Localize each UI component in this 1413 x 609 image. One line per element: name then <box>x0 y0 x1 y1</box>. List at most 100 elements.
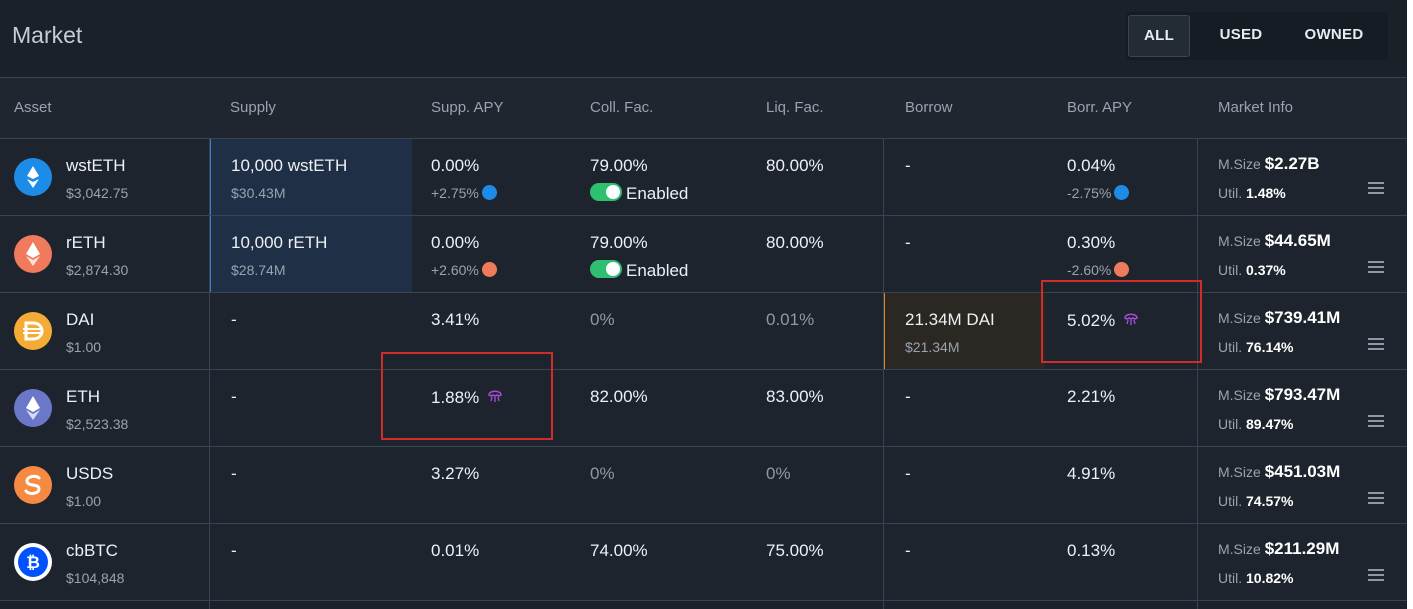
utilization-label: Util. <box>1218 185 1243 201</box>
column-borrow[interactable]: Borrow <box>905 99 953 116</box>
market-header: Market ALL USED OWNED <box>0 0 1407 78</box>
column-asset[interactable]: Asset <box>14 99 52 116</box>
wsteth-mini-icon <box>1114 185 1130 200</box>
utilization-label: Util. <box>1218 262 1243 278</box>
borr-apy-extra-text: -2.60% <box>1067 262 1112 278</box>
asset-price: $1.00 <box>66 493 102 509</box>
collateral-toggle[interactable] <box>590 260 622 278</box>
asset-price: $2,523.38 <box>66 416 129 432</box>
asset-name: wstETH <box>66 156 126 175</box>
wsteth-icon <box>14 158 52 196</box>
supp-apy-extra: +2.60% <box>431 262 497 278</box>
coll-fac-value: 0% <box>590 310 615 329</box>
annotation-box-borr-apy <box>1041 280 1202 363</box>
coll-fac-value: 79.00% <box>590 233 648 252</box>
utilization: Util. 89.47% <box>1218 416 1294 432</box>
market-size: M.Size $44.65M <box>1218 231 1331 251</box>
column-divider <box>209 138 210 609</box>
borr-apy-extra: -2.75% <box>1067 185 1130 201</box>
market-size-value: $44.65M <box>1264 231 1331 250</box>
reth-mini-icon <box>481 262 497 277</box>
borr-apy-text: 0.30% <box>1067 233 1116 252</box>
supp-apy-value: 3.27% <box>431 464 479 484</box>
asset-name: cbBTC <box>66 541 118 560</box>
market-size-label: M.Size <box>1218 233 1261 249</box>
borr-apy-text: 2.21% <box>1067 387 1116 406</box>
dai-icon <box>14 312 52 350</box>
market-size-label: M.Size <box>1218 464 1261 480</box>
supply-amount: - <box>231 310 237 329</box>
supp-apy-value: 0.00% <box>431 233 479 253</box>
collateral-enabled-label: Enabled <box>626 261 689 280</box>
supp-apy-extra-text: +2.75% <box>431 185 479 201</box>
list-menu-icon[interactable] <box>1368 569 1384 583</box>
liq-fac-value: 83.00% <box>766 387 824 406</box>
list-menu-icon[interactable] <box>1368 182 1384 196</box>
borrow-amount: 21.34M DAI <box>905 310 995 329</box>
asset-name: USDS <box>66 464 114 483</box>
borr-apy-text: 0.13% <box>1067 541 1116 560</box>
column-coll-fac[interactable]: Coll. Fac. <box>590 99 653 116</box>
liq-fac-value: 0.01% <box>766 310 815 329</box>
column-supply[interactable]: Supply <box>230 99 276 116</box>
eth-icon <box>14 389 52 427</box>
supp-apy-text: 0.00% <box>431 156 480 175</box>
filter-used-button[interactable]: USED <box>1206 15 1276 55</box>
list-menu-icon[interactable] <box>1368 338 1384 352</box>
market-size-value: $451.03M <box>1264 462 1341 481</box>
supp-apy-value: 3.41% <box>431 310 479 330</box>
supp-apy-extra-text: +2.60% <box>431 262 479 278</box>
liq-fac-value: 75.00% <box>766 541 824 560</box>
list-menu-icon[interactable] <box>1368 415 1384 429</box>
asset-price: $3,042.75 <box>66 185 129 201</box>
filter-owned-button[interactable]: OWNED <box>1292 15 1376 55</box>
borr-apy-value: 0.30% <box>1067 233 1115 253</box>
supply-amount: - <box>231 541 237 560</box>
utilization-value: 10.82% <box>1246 570 1294 586</box>
column-divider <box>1197 138 1198 609</box>
column-supp-apy[interactable]: Supp. APY <box>431 99 504 116</box>
borr-apy-value: 0.04% <box>1067 156 1115 176</box>
utilization: Util. 10.82% <box>1218 570 1294 586</box>
table-row[interactable]: wstETH $3,042.75 10,000 wstETH $30.43M 0.00%… <box>0 139 1407 216</box>
collateral-toggle[interactable] <box>590 183 622 201</box>
table-row[interactable]: USDS $1.00 - 3.27% 0% 0% - 4.91% M.Size $451.03M… <box>0 447 1407 524</box>
utilization-value: 74.57% <box>1246 493 1294 509</box>
supp-apy-text: 3.27% <box>431 464 480 483</box>
borrow-amount: - <box>905 387 911 406</box>
market-size: M.Size $739.41M <box>1218 308 1340 328</box>
market-size: M.Size $2.27B <box>1218 154 1320 174</box>
market-size-value: $2.27B <box>1264 154 1320 173</box>
borr-apy-value: 2.21% <box>1067 387 1115 407</box>
market-size-label: M.Size <box>1218 541 1261 557</box>
utilization-label: Util. <box>1218 493 1243 509</box>
table-row[interactable]: ETH $2,523.38-1.88% 82.00% 83.00% -2.21% M.Si… <box>0 370 1407 447</box>
borrow-amount: - <box>905 464 911 483</box>
supp-apy-extra: +2.75% <box>431 185 497 201</box>
column-market-info[interactable]: Market Info <box>1218 99 1293 116</box>
reth-icon <box>14 235 52 273</box>
supply-position-highlight <box>209 216 412 292</box>
borrow-amount: - <box>905 156 911 175</box>
filter-all-button[interactable]: ALL <box>1128 15 1190 57</box>
reth-mini-icon <box>1114 262 1130 277</box>
liq-fac-value: 0% <box>766 464 791 483</box>
borr-apy-value: 4.91% <box>1067 464 1115 484</box>
coll-fac-value: 82.00% <box>590 387 648 406</box>
column-liq-fac[interactable]: Liq. Fac. <box>766 99 824 116</box>
supp-apy-text: 0.01% <box>431 541 480 560</box>
table-row[interactable]: ₿ cbBTC $104,848 - 0.01% 74.00% 75.00% - 0.13% M.… <box>0 524 1407 601</box>
utilization-value: 76.14% <box>1246 339 1294 355</box>
borr-apy-text: 0.04% <box>1067 156 1116 175</box>
list-menu-icon[interactable] <box>1368 261 1384 275</box>
market-size-value: $211.29M <box>1264 539 1340 558</box>
list-menu-icon[interactable] <box>1368 492 1384 506</box>
utilization: Util. 1.48% <box>1218 185 1286 201</box>
asset-name: rETH <box>66 233 106 252</box>
market-size: M.Size $211.29M <box>1218 539 1339 559</box>
column-borr-apy[interactable]: Borr. APY <box>1067 99 1132 116</box>
page-title: Market <box>12 22 83 48</box>
utilization-value: 89.47% <box>1246 416 1294 432</box>
utilization: Util. 74.57% <box>1218 493 1294 509</box>
asset-price: $1.00 <box>66 339 102 355</box>
